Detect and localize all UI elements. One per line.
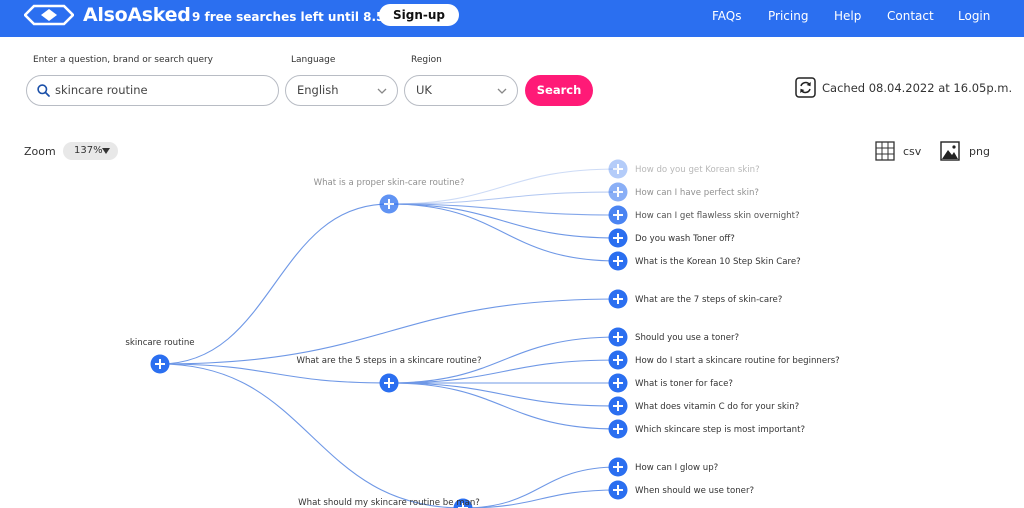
tree-connector <box>462 489 619 508</box>
expand-node-button[interactable] <box>608 480 628 500</box>
question-label[interactable]: What are the 7 steps of skin-care? <box>635 295 782 305</box>
question-label[interactable]: What are the 5 steps in a skincare routi… <box>296 356 481 366</box>
expand-node-button[interactable] <box>608 205 628 225</box>
tree-connector <box>462 466 619 508</box>
question-label[interactable]: When should we use toner? <box>635 486 754 496</box>
expand-node-button[interactable] <box>150 354 170 374</box>
expand-node-button[interactable] <box>608 419 628 439</box>
question-label[interactable]: How can I get flawless skin overnight? <box>635 211 800 221</box>
question-label[interactable]: What does vitamin C do for your skin? <box>635 402 799 412</box>
question-label[interactable]: Do you wash Toner off? <box>635 234 735 244</box>
expand-node-button[interactable] <box>608 251 628 271</box>
expand-node-button[interactable] <box>608 289 628 309</box>
expand-node-button[interactable] <box>608 373 628 393</box>
question-label[interactable]: What should my skincare routine be man? <box>298 498 480 508</box>
tree-connector <box>159 363 464 508</box>
question-label[interactable]: How do I start a skincare routine for be… <box>635 356 840 366</box>
tree-connector <box>388 382 619 407</box>
expand-node-button[interactable] <box>608 327 628 347</box>
expand-node-button[interactable] <box>608 457 628 477</box>
expand-node-button[interactable] <box>379 194 399 214</box>
expand-node-button[interactable] <box>608 350 628 370</box>
question-tree: What is a proper skin-care routine? How … <box>125 159 840 508</box>
root-query-label[interactable]: skincare routine <box>125 338 194 348</box>
tree-connector <box>388 203 619 262</box>
expand-node-button[interactable] <box>608 228 628 248</box>
question-label[interactable]: How can I have perfect skin? <box>635 188 759 198</box>
question-label[interactable]: Should you use a toner? <box>635 333 739 343</box>
question-label[interactable]: What is the Korean 10 Step Skin Care? <box>635 257 801 267</box>
expand-node-button[interactable] <box>608 159 628 179</box>
tree-connector <box>388 191 619 205</box>
expand-node-button[interactable] <box>608 396 628 416</box>
question-label[interactable]: How can I glow up? <box>635 463 718 473</box>
expand-node-button[interactable] <box>608 182 628 202</box>
question-label[interactable]: How do you get Korean skin? <box>635 165 760 175</box>
question-label[interactable]: Which skincare step is most important? <box>635 425 805 435</box>
tree-connector <box>388 382 619 430</box>
question-label[interactable]: What is toner for face? <box>635 379 733 389</box>
expand-node-button[interactable] <box>379 373 399 393</box>
tree-connector <box>159 298 619 365</box>
question-label[interactable]: What is a proper skin-care routine? <box>314 178 465 188</box>
